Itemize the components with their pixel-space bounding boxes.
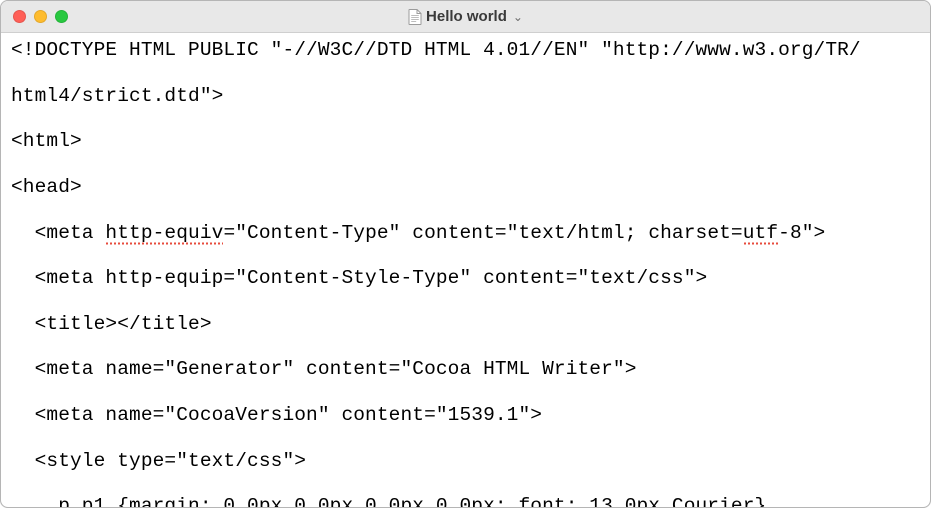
code-text[interactable]: <!DOCTYPE HTML PUBLIC "-//W3C//DTD HTML … [11, 39, 861, 61]
code-line[interactable]: <!DOCTYPE HTML PUBLIC "-//W3C//DTD HTML … [11, 39, 920, 62]
code-text[interactable]: <meta [11, 222, 105, 244]
code-line[interactable]: <meta name="Generator" content="Cocoa HT… [11, 358, 920, 381]
document-icon[interactable] [408, 9, 422, 25]
code-line[interactable]: html4/strict.dtd"> [11, 85, 920, 108]
code-text[interactable]: p.p1 {margin: 0.0px 0.0px 0.0px 0.0px; f… [11, 495, 766, 507]
minimize-button[interactable] [34, 10, 47, 23]
code-text[interactable]: <style type="text/css"> [11, 450, 306, 472]
text-editor[interactable]: <!DOCTYPE HTML PUBLIC "-//W3C//DTD HTML … [1, 33, 930, 507]
code-line[interactable]: <title></title> [11, 313, 920, 336]
code-text[interactable]: ="Content-Type" content="text/html; char… [223, 222, 742, 244]
code-text[interactable]: <html> [11, 130, 82, 152]
spellcheck-underline[interactable]: http-equiv [105, 222, 223, 245]
code-line[interactable]: <meta http-equiv="Content-Type" content=… [11, 222, 920, 245]
code-text[interactable]: <meta http-equip="Content-Style-Type" co… [11, 267, 707, 289]
window-title[interactable]: Hello world [426, 8, 507, 25]
zoom-button[interactable] [55, 10, 68, 23]
titlebar[interactable]: Hello world ⌄ [1, 1, 930, 33]
code-text[interactable]: <meta name="Generator" content="Cocoa HT… [11, 358, 637, 380]
code-line[interactable]: <html> [11, 130, 920, 153]
document-window: Hello world ⌄ <!DOCTYPE HTML PUBLIC "-//… [0, 0, 931, 508]
code-line[interactable]: p.p1 {margin: 0.0px 0.0px 0.0px 0.0px; f… [11, 495, 920, 507]
code-text[interactable]: -8"> [778, 222, 825, 244]
title-area: Hello world ⌄ [1, 8, 930, 25]
spellcheck-underline[interactable]: utf [743, 222, 778, 245]
code-text[interactable]: html4/strict.dtd"> [11, 85, 223, 107]
code-line[interactable]: <meta name="CocoaVersion" content="1539.… [11, 404, 920, 427]
code-text[interactable]: <meta name="CocoaVersion" content="1539.… [11, 404, 542, 426]
code-line[interactable]: <meta http-equip="Content-Style-Type" co… [11, 267, 920, 290]
window-controls [1, 10, 68, 23]
code-line[interactable]: <style type="text/css"> [11, 450, 920, 473]
code-line[interactable]: <head> [11, 176, 920, 199]
close-button[interactable] [13, 10, 26, 23]
code-text[interactable]: <title></title> [11, 313, 212, 335]
chevron-down-icon[interactable]: ⌄ [513, 10, 523, 24]
code-text[interactable]: <head> [11, 176, 82, 198]
